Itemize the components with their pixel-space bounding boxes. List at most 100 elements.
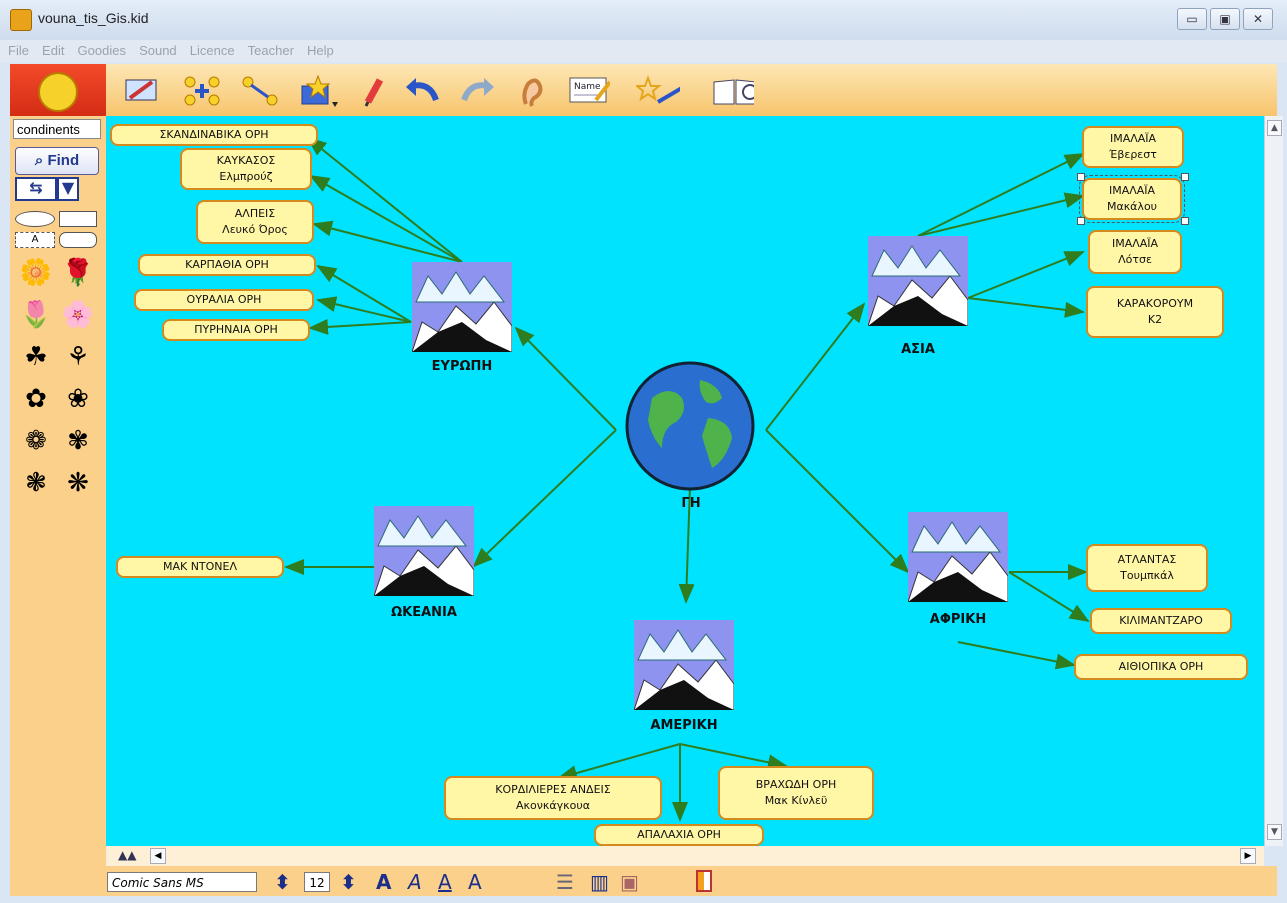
violet-symbol-icon[interactable]: ✾ bbox=[58, 422, 98, 460]
note-pencil-icon[interactable] bbox=[118, 74, 162, 108]
america-node[interactable]: ΚΟΡΔΙΛΙΕΡΕΣ ΑΝΔΕΙΣ Ακονκάγκουα bbox=[444, 776, 662, 820]
redo-icon[interactable] bbox=[456, 74, 500, 108]
app-logo bbox=[10, 64, 106, 116]
vertical-scrollbar[interactable]: ▲ ▼ bbox=[1264, 116, 1283, 846]
america-mountain-icon[interactable] bbox=[633, 620, 735, 711]
europe-mountain-icon[interactable] bbox=[411, 262, 513, 353]
asia-node-selected[interactable]: ΙΜΑΛΑΪΑ Μακάλου bbox=[1079, 175, 1185, 223]
fill-color-icon[interactable] bbox=[696, 870, 712, 892]
europe-node[interactable]: ΚΑΥΚΑΣΟΣ Ελμπρούζ bbox=[180, 148, 312, 190]
size-updown-icon[interactable]: ⬍ bbox=[340, 870, 357, 894]
africa-node[interactable]: ΑΤΛΑΝΤΑΣ Τουμπκάλ bbox=[1086, 544, 1208, 592]
symbols-panel: condinents ⌕ Find ⇆ ▼ A 🌼 🌹 🌷 🌸 ☘ ⚘ ✿ ❀ … bbox=[10, 116, 106, 893]
node-title: ΙΜΑΛΑΪΑ bbox=[1111, 237, 1159, 250]
europe-node[interactable]: ΟΥΡΑΛΙΑ ΟΡΗ bbox=[134, 289, 314, 311]
menu-help[interactable]: Help bbox=[307, 40, 334, 62]
ellipse-shape-button[interactable] bbox=[15, 211, 55, 227]
horizontal-scrollbar[interactable]: ▲▲ ◀ ▶ bbox=[106, 846, 1264, 866]
bold-icon[interactable]: A bbox=[376, 870, 391, 894]
diagram-canvas[interactable]: ΓΗ ΕΥΡΩΠΗ ΑΣΙΑ ΩΚΕΑΝΙΑ ΑΦΡΙΚΗ ΑΜΕΡΙΚΗ ΣΚ… bbox=[106, 116, 1264, 846]
font-name-field[interactable]: Comic Sans MS bbox=[107, 872, 257, 892]
line-style-icon[interactable]: ☰ bbox=[556, 870, 574, 894]
america-node[interactable]: ΑΠΑΛΑΧΙΑ ΟΡΗ bbox=[594, 824, 764, 846]
asia-node[interactable]: ΙΜΑΛΑΪΑ Έβερεστ bbox=[1082, 126, 1184, 168]
africa-mountain-icon[interactable] bbox=[907, 512, 1009, 603]
text-color-icon[interactable]: A bbox=[468, 870, 482, 894]
menu-file[interactable]: File bbox=[8, 40, 29, 62]
node-title: ΑΠΑΛΑΧΙΑ ΟΡΗ bbox=[637, 828, 721, 841]
maximize-button[interactable]: ▣ bbox=[1210, 8, 1240, 30]
text-shape-button[interactable]: A bbox=[15, 232, 55, 248]
menu-edit[interactable]: Edit bbox=[42, 40, 64, 62]
node-subtitle: Λότσε bbox=[1118, 253, 1152, 266]
resize-handle[interactable] bbox=[1077, 173, 1085, 181]
link-arrow-icon[interactable] bbox=[238, 74, 282, 108]
asia-mountain-icon[interactable] bbox=[867, 236, 969, 327]
node-subtitle: Τουμπκάλ bbox=[1120, 569, 1174, 582]
menu-licence[interactable]: Licence bbox=[190, 40, 235, 62]
prev-next-button[interactable]: ⇆ bbox=[15, 177, 57, 201]
oceania-mountain-icon[interactable] bbox=[373, 506, 475, 597]
europe-node[interactable]: ΣΚΑΝΔΙΝΑΒΙΚΑ ΟΡΗ bbox=[110, 124, 318, 146]
minimize-button[interactable]: ▭ bbox=[1177, 8, 1207, 30]
font-updown-icon[interactable]: ⬍ bbox=[274, 870, 291, 894]
asia-node[interactable]: ΙΜΑΛΑΪΑ Λότσε bbox=[1088, 230, 1182, 274]
dropdown-button[interactable]: ▼ bbox=[57, 177, 79, 201]
reading-book-icon[interactable] bbox=[710, 74, 754, 108]
find-button[interactable]: ⌕ Find bbox=[15, 147, 99, 175]
resize-handle[interactable] bbox=[1181, 217, 1189, 225]
close-button[interactable]: ✕ bbox=[1243, 8, 1273, 30]
columns-icon[interactable]: ▥ bbox=[590, 870, 609, 894]
fuchsia-symbol-icon[interactable]: ❋ bbox=[58, 464, 98, 502]
scroll-up-icon[interactable]: ▲ bbox=[1267, 120, 1282, 136]
daisy-symbol-icon[interactable]: 🌸 bbox=[58, 296, 98, 334]
america-node[interactable]: ΒΡΑΧΩΔΗ ΟΡΗ Μακ Κίνλεϋ bbox=[718, 766, 874, 820]
scroll-right-icon[interactable]: ▶ bbox=[1240, 848, 1256, 864]
symbols-box-icon[interactable] bbox=[296, 74, 340, 108]
flower-symbol-icon[interactable]: 🌼 bbox=[16, 254, 56, 292]
africa-node[interactable]: ΚΙΛΙΜΑΝΤΖΑΡΟ bbox=[1090, 608, 1232, 634]
node-title: ΑΛΠΕΙΣ bbox=[234, 207, 276, 220]
name-card-icon[interactable]: Name bbox=[566, 74, 610, 108]
rose-symbol-icon[interactable]: 🌹 bbox=[58, 254, 98, 292]
magnifier-icon: ⌕ bbox=[34, 152, 44, 169]
underline-icon[interactable]: A bbox=[438, 870, 452, 894]
rounded-shape-button[interactable] bbox=[59, 232, 97, 248]
svg-text:Name: Name bbox=[574, 82, 601, 92]
iris-symbol-icon[interactable]: ❃ bbox=[16, 464, 56, 502]
orchid-symbol-icon[interactable]: ❀ bbox=[58, 380, 98, 418]
hyacinth-symbol-icon[interactable]: ✿ bbox=[16, 380, 56, 418]
earth-globe-icon[interactable] bbox=[622, 358, 758, 494]
italic-icon[interactable]: A bbox=[408, 870, 422, 894]
scroll-down-icon[interactable]: ▼ bbox=[1267, 824, 1282, 840]
lily-symbol-icon[interactable]: ⚘ bbox=[58, 338, 98, 376]
rect-shape-button[interactable] bbox=[59, 211, 97, 227]
scroll-left-icon[interactable]: ◀ bbox=[150, 848, 166, 864]
asia-node[interactable]: ΚΑΡΑΚΟΡΟΥΜ Κ2 bbox=[1086, 286, 1224, 338]
tulip-symbol-icon[interactable]: 🌷 bbox=[16, 296, 56, 334]
poppy-symbol-icon[interactable]: ❁ bbox=[16, 422, 56, 460]
oceania-node[interactable]: ΜΑΚ ΝΤΟΝΕΛ bbox=[116, 556, 284, 578]
app-icon bbox=[10, 9, 32, 31]
listen-ear-icon[interactable] bbox=[510, 74, 554, 108]
europe-node[interactable]: ΑΛΠΕΙΣ Λευκό Όρος bbox=[196, 200, 314, 244]
picture-frame-icon[interactable]: ▣ bbox=[620, 870, 639, 894]
menu-goodies[interactable]: Goodies bbox=[78, 40, 126, 62]
node-subtitle: Μακάλου bbox=[1106, 200, 1158, 213]
pencil-icon[interactable] bbox=[352, 74, 396, 108]
font-size-field[interactable]: 12 bbox=[304, 872, 330, 892]
mascot-icon bbox=[38, 72, 78, 112]
resize-handle[interactable] bbox=[1077, 217, 1085, 225]
menu-sound[interactable]: Sound bbox=[139, 40, 177, 62]
undo-icon[interactable] bbox=[400, 74, 444, 108]
europe-node[interactable]: ΚΑΡΠΑΘΙΑ ΟΡΗ bbox=[138, 254, 316, 276]
resize-handle[interactable] bbox=[1181, 173, 1189, 181]
search-input[interactable]: condinents bbox=[13, 119, 101, 139]
find-label: Find bbox=[47, 152, 80, 169]
magic-wand-icon[interactable] bbox=[636, 74, 680, 108]
menu-teacher[interactable]: Teacher bbox=[248, 40, 294, 62]
clover-symbol-icon[interactable]: ☘ bbox=[16, 338, 56, 376]
new-subidea-icon[interactable] bbox=[180, 74, 224, 108]
africa-node[interactable]: ΑΙΘΙΟΠΙΚΑ ΟΡΗ bbox=[1074, 654, 1248, 680]
europe-node[interactable]: ΠΥΡΗΝΑΙΑ ΟΡΗ bbox=[162, 319, 310, 341]
